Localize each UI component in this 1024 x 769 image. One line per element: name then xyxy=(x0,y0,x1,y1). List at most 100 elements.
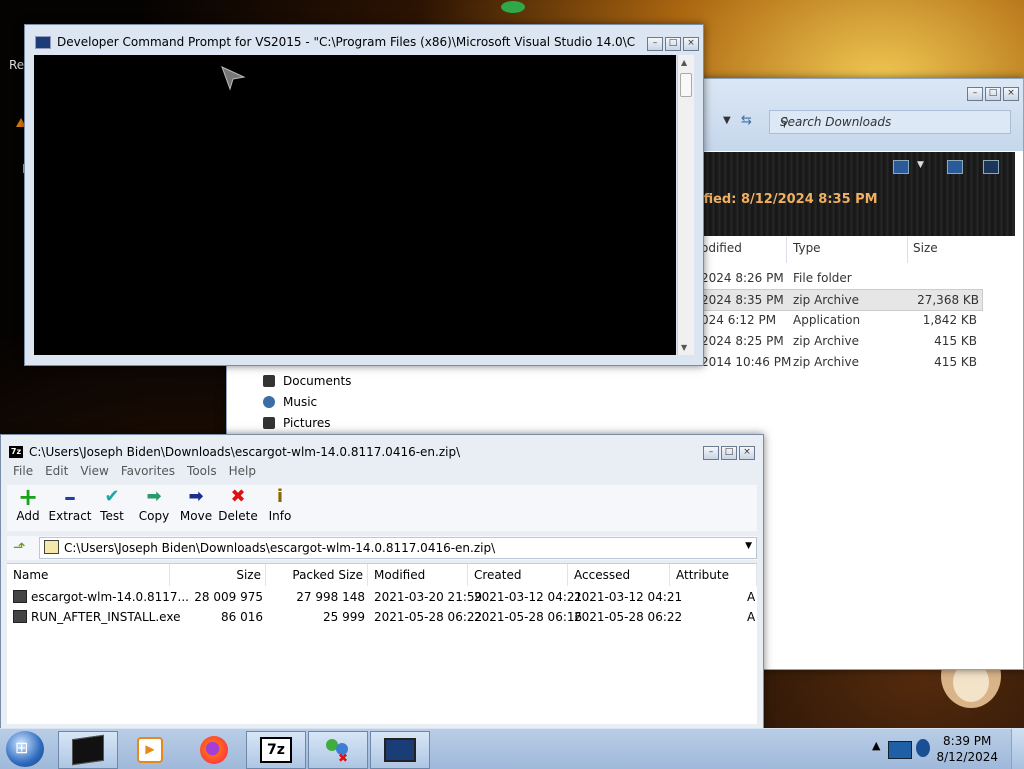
extract-button[interactable]: – Extract xyxy=(48,485,92,531)
taskbar-item-command-prompt[interactable] xyxy=(370,731,430,769)
copy-button[interactable]: ➡ Copy xyxy=(133,485,175,531)
windows-logo-icon: ⊞ xyxy=(15,738,29,757)
title-bar[interactable]: Developer Command Prompt for VS2015 - "C… xyxy=(25,31,703,53)
sevenzip-app-icon: 7z xyxy=(9,446,23,458)
column-header-name[interactable]: Name xyxy=(7,564,170,586)
column-header-created[interactable]: Created xyxy=(468,564,568,586)
help-icon[interactable] xyxy=(983,160,999,174)
history-dropdown-icon[interactable]: ▼ xyxy=(723,115,731,126)
close-button[interactable]: × xyxy=(739,446,755,460)
vertical-scrollbar[interactable]: ▲ ▼ xyxy=(677,55,694,355)
column-header-packed-size[interactable]: Packed Size xyxy=(266,564,368,586)
file-row[interactable]: 2024 8:25 PM zip Archive 415 KB xyxy=(697,331,981,351)
minimize-button[interactable]: – xyxy=(703,446,719,460)
file-row[interactable]: 024 6:12 PM Application 1,842 KB xyxy=(697,310,981,330)
scroll-down-icon[interactable]: ▼ xyxy=(681,343,687,352)
taskbar-item-explorer[interactable] xyxy=(58,731,118,769)
nav-pane-item-pictures[interactable]: Pictures xyxy=(263,416,331,430)
delete-button[interactable]: ✖ Delete xyxy=(217,485,259,531)
system-clock[interactable]: 8:39 PM 8/12/2024 xyxy=(936,733,998,765)
file-row[interactable]: 2014 10:46 PM zip Archive 415 KB xyxy=(697,352,981,372)
packed-size: 27 998 148 xyxy=(296,590,365,604)
command-prompt-window[interactable]: Developer Command Prompt for VS2015 - "C… xyxy=(24,24,704,366)
console-icon xyxy=(384,738,416,762)
maximize-button[interactable]: □ xyxy=(985,87,1001,101)
show-desktop-button[interactable] xyxy=(1011,729,1024,769)
up-folder-icon[interactable]: ⬏ xyxy=(13,538,26,556)
maximize-button[interactable]: □ xyxy=(721,446,737,460)
search-icon[interactable]: ⚲ xyxy=(780,115,1004,129)
menu-bar: File Edit View Favorites Tools Help xyxy=(7,464,262,482)
file-list[interactable]: Name Size Packed Size Modified Created A… xyxy=(7,563,757,724)
menu-help[interactable]: Help xyxy=(223,464,262,482)
accessed-date: 2021-03-12 04:21 xyxy=(574,590,683,604)
file-size: 86 016 xyxy=(221,610,263,624)
column-header-modified[interactable]: Modified xyxy=(368,564,468,586)
add-button[interactable]: + Add xyxy=(7,485,49,531)
scrollbar-thumb[interactable] xyxy=(680,73,692,97)
minimize-button[interactable]: – xyxy=(647,37,663,51)
taskbar-item-media-player[interactable]: ▶ xyxy=(120,731,180,769)
move-arrow-icon: ➡ xyxy=(188,486,204,507)
window-title: Developer Command Prompt for VS2015 - "C… xyxy=(57,35,635,49)
column-header-size[interactable]: Size xyxy=(913,241,938,255)
sevenzip-window[interactable]: 7z C:\Users\Joseph Biden\Downloads\escar… xyxy=(0,434,764,732)
menu-tools[interactable]: Tools xyxy=(181,464,223,482)
menu-view[interactable]: View xyxy=(74,464,114,482)
view-dropdown-icon[interactable]: ▼ xyxy=(917,160,924,170)
nav-pane-item-music[interactable]: Music xyxy=(263,395,317,409)
taskbar-item-messenger[interactable]: ✖ xyxy=(308,731,368,769)
tool-label: Extract xyxy=(48,509,92,523)
modified-date: 2021-03-20 21:59 xyxy=(374,590,483,604)
desktop-icon-label[interactable]: Re xyxy=(9,58,24,72)
table-row[interactable]: escargot-wlm-14.0.8117... 28 009 975 27 … xyxy=(7,588,757,607)
address-bar: ⬏ C:\Users\Joseph Biden\Downloads\escarg… xyxy=(7,536,757,560)
console-icon xyxy=(35,35,51,49)
copy-arrow-icon: ➡ xyxy=(146,486,162,507)
search-input[interactable]: Search Downloads ⚲ xyxy=(769,110,1011,134)
menu-favorites[interactable]: Favorites xyxy=(115,464,181,482)
test-button[interactable]: ✔ Test xyxy=(91,485,133,531)
show-hidden-icons-icon[interactable]: ▲ xyxy=(872,739,880,752)
column-header-size[interactable]: Size xyxy=(170,564,266,586)
close-button[interactable]: × xyxy=(683,37,699,51)
created-date: 2021-03-12 04:21 xyxy=(474,590,583,604)
column-header-type[interactable]: Type xyxy=(793,241,821,255)
address-input[interactable]: C:\Users\Joseph Biden\Downloads\escargot… xyxy=(39,537,757,559)
network-icon[interactable] xyxy=(888,741,912,759)
minimize-button[interactable]: – xyxy=(967,87,983,101)
file-size: 27,368 KB xyxy=(917,293,979,307)
column-header-accessed[interactable]: Accessed xyxy=(568,564,670,586)
file-row-selected[interactable]: 2024 8:35 PM zip Archive 27,368 KB xyxy=(697,289,983,311)
maximize-button[interactable]: □ xyxy=(665,37,681,51)
file-name: escargot-wlm-14.0.8117... xyxy=(31,590,189,604)
move-button[interactable]: ➡ Move xyxy=(175,485,217,531)
menu-edit[interactable]: Edit xyxy=(39,464,74,482)
start-button[interactable]: ⊞ xyxy=(6,731,44,767)
console-output[interactable] xyxy=(34,55,676,355)
title-bar[interactable]: 7z C:\Users\Joseph Biden\Downloads\escar… xyxy=(1,441,763,463)
column-header-modified[interactable]: odified xyxy=(701,241,742,255)
volume-icon[interactable] xyxy=(916,739,930,757)
menu-file[interactable]: File xyxy=(7,464,39,482)
info-button[interactable]: i Info xyxy=(259,485,301,531)
file-size: 415 KB xyxy=(934,334,977,348)
tool-label: Info xyxy=(268,509,292,523)
taskbar-item-firefox[interactable] xyxy=(184,731,244,769)
table-row[interactable]: RUN_AFTER_INSTALL.exe 86 016 25 999 2021… xyxy=(7,608,757,627)
taskbar-item-7zip[interactable]: 7z xyxy=(246,731,306,769)
address-dropdown-icon[interactable]: ▼ xyxy=(745,541,752,551)
column-header-attributes[interactable]: Attribute xyxy=(670,564,757,586)
close-button[interactable]: × xyxy=(1003,87,1019,101)
file-row[interactable]: 2024 8:26 PM File folder xyxy=(697,268,981,288)
refresh-icon[interactable]: ⇆ xyxy=(741,113,752,128)
window-title: C:\Users\Joseph Biden\Downloads\escargot… xyxy=(29,445,461,459)
nav-pane-label: Music xyxy=(283,395,318,409)
column-separator[interactable] xyxy=(786,237,787,263)
view-mode-icon[interactable] xyxy=(893,160,909,174)
scroll-up-icon[interactable]: ▲ xyxy=(681,58,687,67)
tool-label: Copy xyxy=(138,509,170,523)
preview-pane-icon[interactable] xyxy=(947,160,963,174)
nav-pane-item-documents[interactable]: Documents xyxy=(263,374,351,388)
column-separator[interactable] xyxy=(907,237,908,263)
